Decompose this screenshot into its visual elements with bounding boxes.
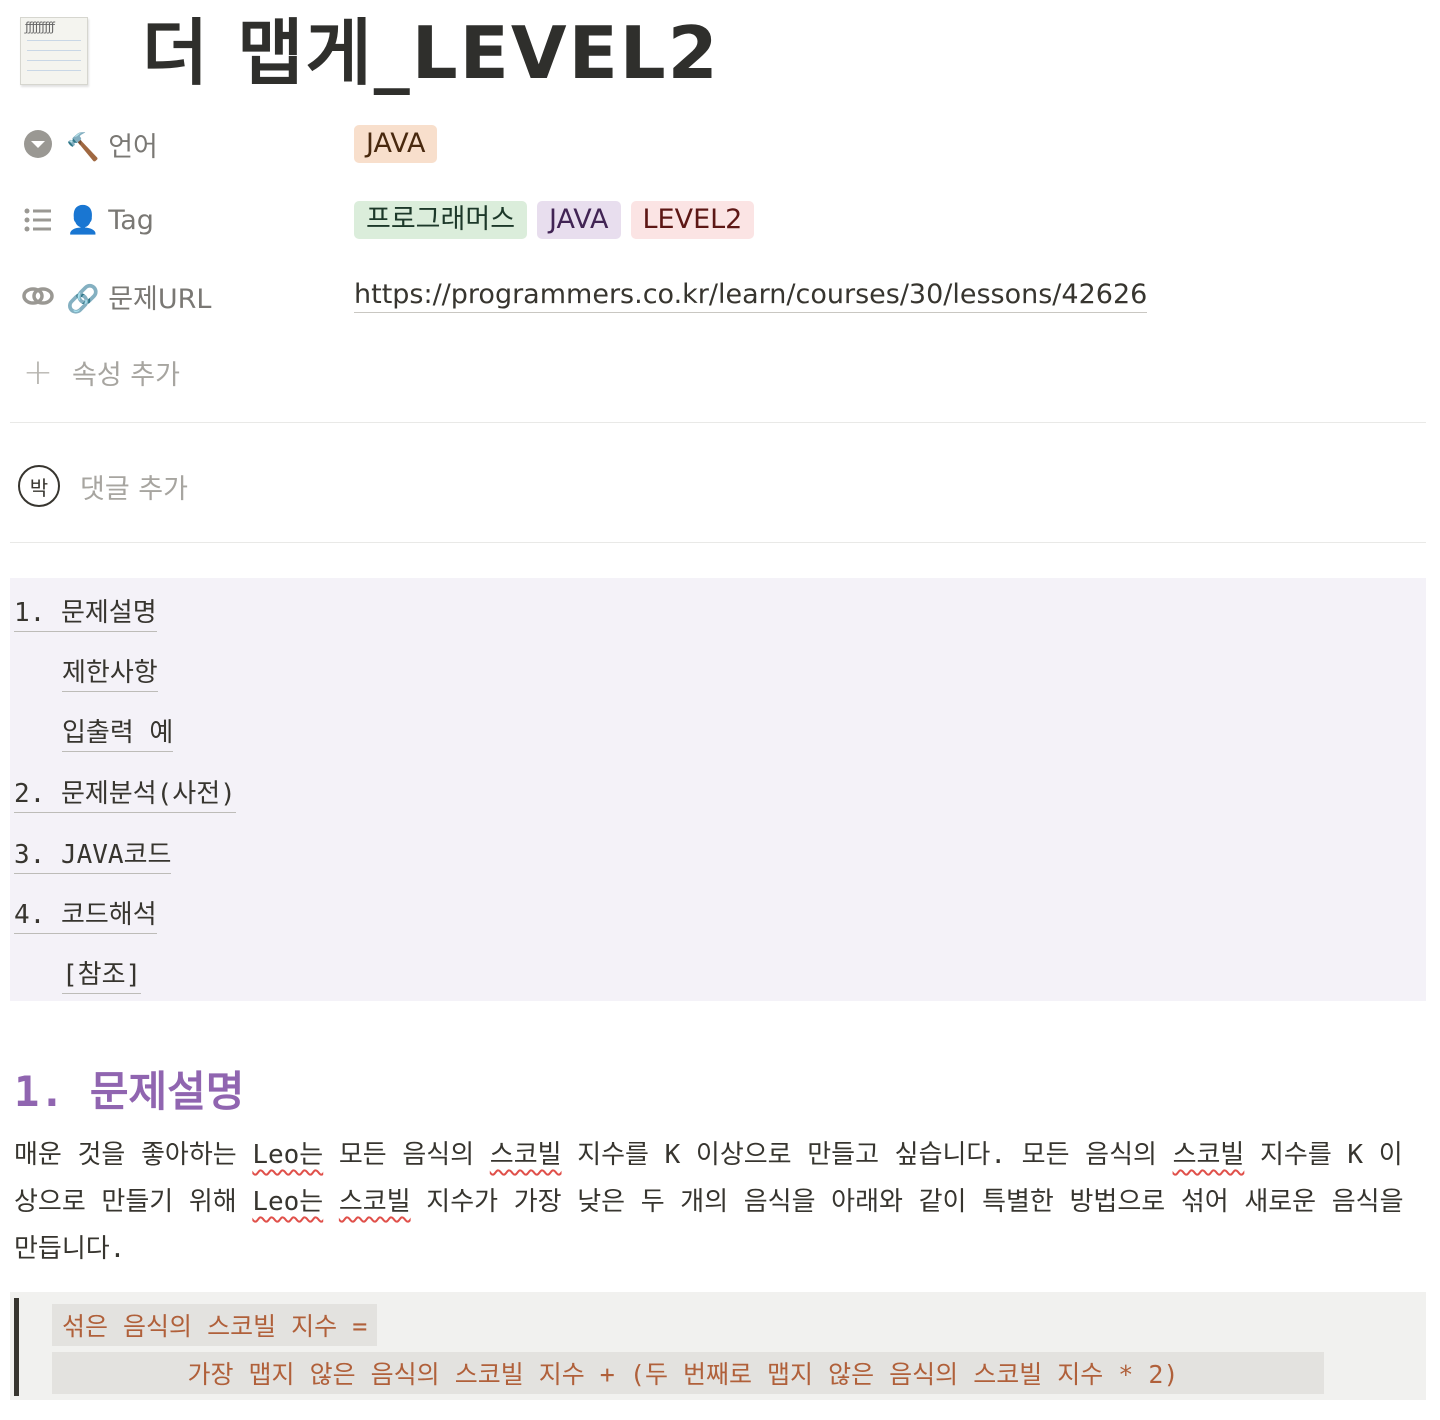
tag-chip-java[interactable]: JAVA xyxy=(354,125,438,163)
toc-item-io-example[interactable]: 입출력 예 xyxy=(62,712,174,752)
toc-item-problem-description[interactable]: 1. 문제설명 xyxy=(14,592,157,632)
toc-item-reference[interactable]: [참조] xyxy=(62,954,142,994)
property-tag-label: 👤 Tag xyxy=(66,205,154,236)
list-icon xyxy=(18,204,58,236)
spellcheck-word: Leo는 xyxy=(252,1140,324,1170)
property-url: 🔗 문제URL https://programmers.co.kr/learn/… xyxy=(18,274,1418,318)
property-url-label-group[interactable]: 🔗 문제URL xyxy=(18,277,354,316)
spellcheck-word: 스코빌 xyxy=(489,1140,562,1170)
property-language-label-group[interactable]: 🔨 언어 xyxy=(18,125,354,164)
text-run: 지수를 K 이상으로 만들고 싶습니다. 모든 음식의 xyxy=(561,1140,1173,1170)
toc-item-code-explanation[interactable]: 4. 코드해석 xyxy=(14,894,157,934)
plus-icon: + xyxy=(22,351,54,393)
spellcheck-word: Leo는 xyxy=(252,1187,324,1217)
add-property-button[interactable]: + 속성 추가 xyxy=(18,350,1418,394)
quote-bar xyxy=(14,1298,19,1396)
tag-chip-programmers[interactable]: 프로그래머스 xyxy=(354,201,528,239)
spellcheck-word: 스코빌 xyxy=(1172,1140,1245,1170)
property-language-values[interactable]: JAVA xyxy=(354,125,438,163)
property-tag: 👤 Tag 프로그래머스 JAVA LEVEL2 xyxy=(18,198,1418,242)
divider xyxy=(10,542,1426,543)
property-url-value[interactable]: https://programmers.co.kr/learn/courses/… xyxy=(354,279,1148,313)
toc-item-problem-analysis[interactable]: 2. 문제분석(사전) xyxy=(14,773,236,813)
text-run xyxy=(323,1187,339,1217)
comment-input[interactable]: 댓글 추가 xyxy=(80,467,188,506)
link-icon xyxy=(18,280,58,312)
notepad-icon[interactable]: ƒƒƒƒƒƒƒƒƒ xyxy=(18,7,90,85)
property-tag-label-group[interactable]: 👤 Tag xyxy=(18,204,354,236)
quote-block[interactable]: 섞은 음식의 스코빌 지수 = 가장 맵지 않은 음식의 스코빌 지수 + (두… xyxy=(10,1292,1426,1400)
page-title[interactable]: 더 맵게_LEVEL2 xyxy=(142,0,720,99)
text-run: 매운 것을 좋아하는 xyxy=(14,1140,253,1170)
tag-chip-level2[interactable]: LEVEL2 xyxy=(630,201,755,239)
toc-item-java-code[interactable]: 3. JAVA코드 xyxy=(14,834,172,874)
problem-description-paragraph[interactable]: 매운 것을 좋아하는 Leo는 모든 음식의 스코빌 지수를 K 이상으로 만들… xyxy=(14,1132,1414,1273)
section-heading[interactable]: 1. 문제설명 xyxy=(14,1058,244,1119)
table-of-contents: 1. 문제설명 제한사항 입출력 예 2. 문제분석(사전) 3. JAVA코드… xyxy=(10,578,1426,1001)
add-property-label: 속성 추가 xyxy=(72,359,180,391)
property-language-label: 🔨 언어 xyxy=(66,131,158,163)
inline-code-formula-body: 가장 맵지 않은 음식의 스코빌 지수 + (두 번째로 맵지 않은 음식의 스… xyxy=(52,1352,1324,1394)
property-tag-values[interactable]: 프로그래머스 JAVA LEVEL2 xyxy=(354,201,755,239)
property-url-label: 🔗 문제URL xyxy=(66,283,212,315)
inline-code-formula-head: 섞은 음식의 스코빌 지수 = xyxy=(52,1304,378,1346)
comment-row[interactable]: 박 댓글 추가 xyxy=(18,462,188,510)
page-header: ƒƒƒƒƒƒƒƒƒ 더 맵게_LEVEL2 xyxy=(18,0,720,95)
divider xyxy=(10,422,1426,423)
property-language: 🔨 언어 JAVA xyxy=(18,122,1418,166)
avatar: 박 xyxy=(18,465,60,507)
problem-url-link[interactable]: https://programmers.co.kr/learn/courses/… xyxy=(354,279,1148,313)
tag-chip-java[interactable]: JAVA xyxy=(537,201,621,239)
text-run: 모든 음식의 xyxy=(323,1140,490,1170)
toc-item-constraints[interactable]: 제한사항 xyxy=(62,652,158,692)
chevron-down-circle-icon xyxy=(18,128,58,160)
spellcheck-word: 스코빌 xyxy=(338,1187,411,1217)
